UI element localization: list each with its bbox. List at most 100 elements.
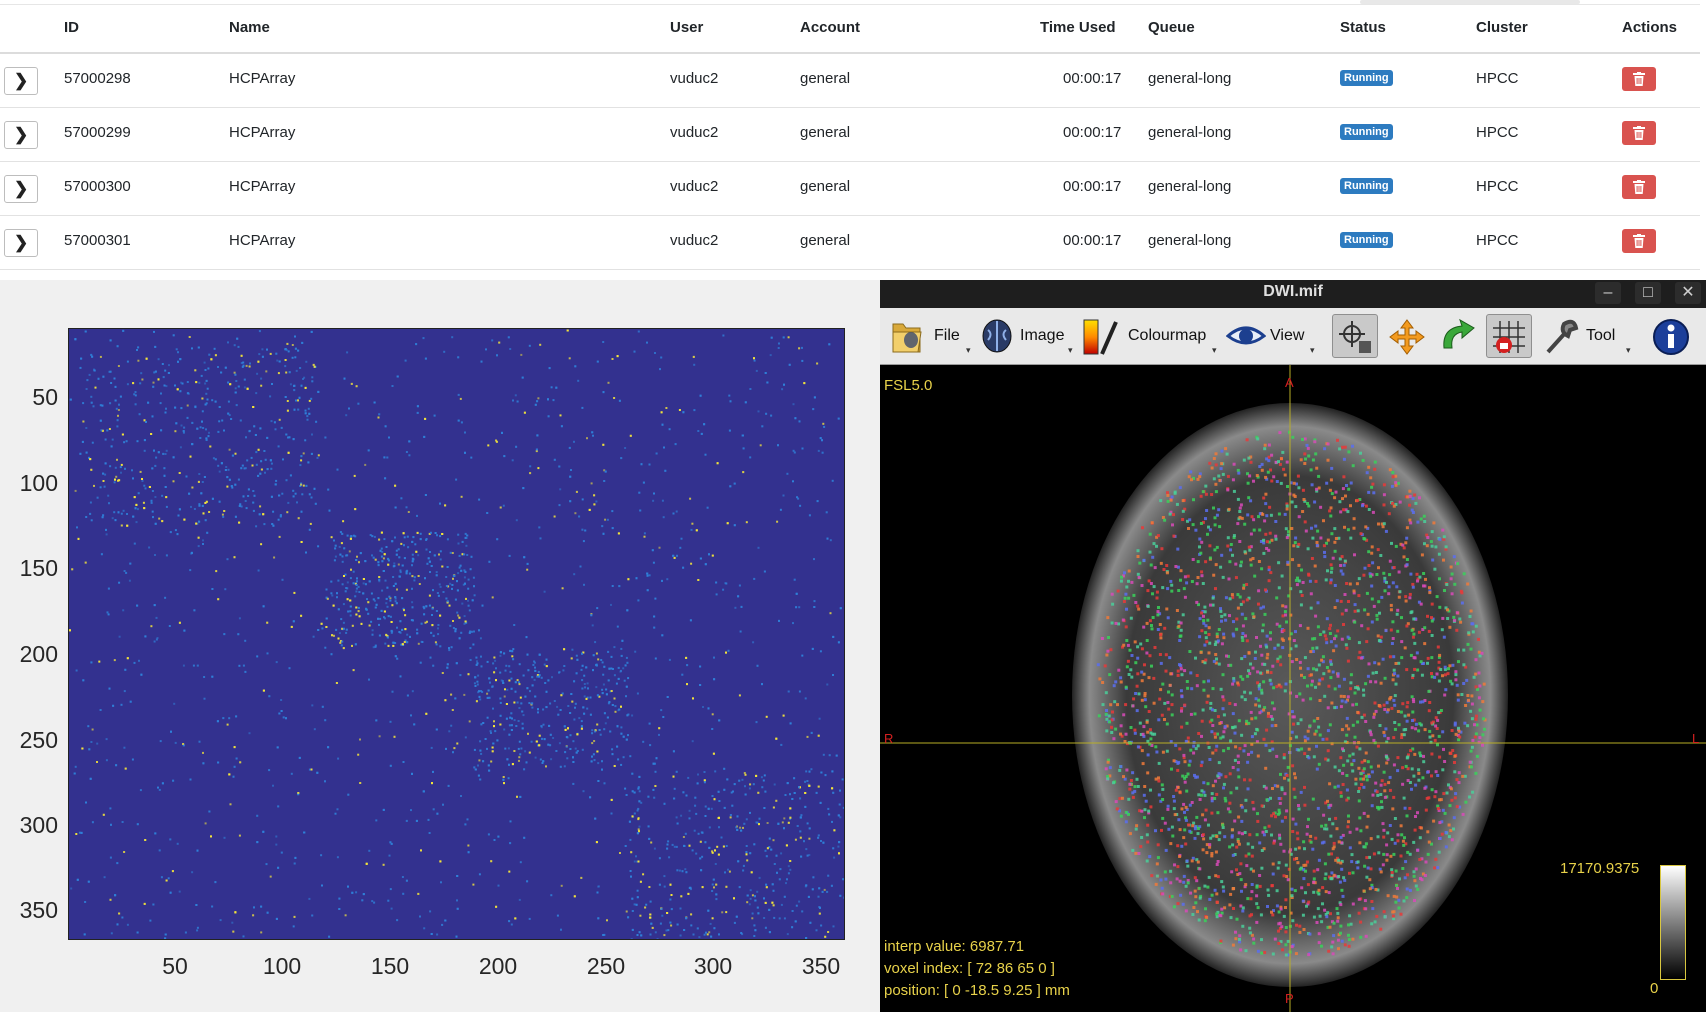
heatmap-cell — [230, 418, 233, 420]
expand-row-button[interactable]: ❯ — [4, 67, 38, 95]
heatmap-cell — [260, 468, 263, 471]
heatmap-cell — [265, 370, 268, 373]
heatmap-cell — [683, 929, 686, 931]
heatmap-cell — [227, 400, 230, 403]
heatmap-cell — [355, 385, 358, 388]
heatmap-cell — [676, 554, 678, 557]
heatmap-cell — [441, 923, 444, 926]
pan-mode-button[interactable] — [1384, 314, 1430, 358]
heatmap-cell — [356, 580, 358, 583]
heatmap-cell — [435, 643, 438, 646]
heatmap-cell — [394, 596, 397, 598]
heatmap-cell — [693, 363, 696, 366]
tool-menu-button[interactable]: Tool ▾ — [1544, 314, 1636, 358]
minimize-button[interactable]: – — [1595, 282, 1621, 304]
heatmap-cell — [528, 344, 531, 347]
heatmap-cell — [543, 590, 546, 593]
chevron-right-icon: ❯ — [14, 233, 29, 252]
heatmap-cell — [444, 919, 447, 922]
column-header-name[interactable]: Name — [229, 19, 270, 36]
heatmap-cell — [433, 554, 436, 557]
crosshair-mode-button[interactable] — [1332, 314, 1378, 358]
heatmap-cell — [126, 923, 129, 926]
tract-voxel — [1370, 620, 1374, 624]
job-id: 57000298 — [64, 70, 131, 87]
column-header-time-used[interactable]: Time Used — [1040, 19, 1116, 36]
heatmap-cell — [291, 356, 294, 359]
heatmap-cell — [191, 486, 194, 489]
column-header-account[interactable]: Account — [800, 19, 860, 36]
heatmap-cell — [638, 931, 641, 934]
heatmap-cell — [556, 914, 559, 917]
rotate-mode-button[interactable] — [1434, 314, 1480, 358]
file-menu-button[interactable]: File ▾ — [890, 314, 976, 358]
colourmap-menu-button[interactable]: Colourmap ▾ — [1082, 314, 1222, 358]
heatmap-cell — [346, 534, 349, 537]
image-menu-button[interactable]: Image ▾ — [980, 314, 1078, 358]
heatmap-cell — [87, 880, 90, 883]
grid-lock-button[interactable] — [1486, 314, 1532, 358]
x-tick-label: 300 — [693, 953, 733, 979]
delete-job-button[interactable] — [1622, 121, 1656, 145]
view-menu-button[interactable]: View ▾ — [1226, 314, 1320, 358]
heatmap-cell — [123, 441, 126, 444]
tract-voxel — [1166, 587, 1170, 591]
heatmap-cell — [580, 668, 583, 671]
tract-voxel — [1260, 462, 1264, 466]
heatmap-cell — [153, 640, 156, 643]
window-titlebar[interactable]: DWI.mif – □ ✕ — [880, 280, 1706, 308]
heatmap-cell — [174, 741, 177, 744]
heatmap-cell — [584, 529, 587, 532]
heatmap-cell — [348, 550, 351, 553]
heatmap-cell — [673, 845, 676, 848]
column-header-id[interactable]: ID — [64, 19, 79, 36]
info-button[interactable] — [1650, 314, 1696, 358]
heatmap-cell — [411, 553, 414, 556]
column-header-queue[interactable]: Queue — [1148, 19, 1195, 36]
heatmap-cell — [150, 501, 153, 504]
heatmap-cell — [201, 397, 204, 400]
heatmap-cell — [334, 812, 337, 815]
heatmap-cell — [610, 690, 613, 692]
delete-job-button[interactable] — [1622, 67, 1656, 91]
expand-row-button[interactable]: ❯ — [4, 175, 38, 203]
heatmap-cell — [753, 357, 755, 360]
heatmap-cell — [189, 778, 192, 781]
heatmap-cell — [525, 761, 528, 764]
heatmap-cell — [658, 883, 661, 886]
tract-voxel — [1179, 893, 1183, 897]
tract-voxel — [1187, 475, 1191, 479]
delete-job-button[interactable] — [1622, 229, 1656, 253]
tract-voxel — [1128, 832, 1132, 836]
heatmap-cell — [144, 839, 147, 841]
column-header-status[interactable]: Status — [1340, 19, 1386, 36]
heatmap-cell — [804, 780, 807, 783]
heatmap-cell — [661, 914, 664, 917]
column-header-user[interactable]: User — [670, 19, 703, 36]
expand-row-button[interactable]: ❯ — [4, 229, 38, 257]
heatmap-cell — [513, 750, 516, 752]
heatmap-cell — [460, 631, 463, 634]
close-button[interactable]: ✕ — [1675, 282, 1701, 304]
heatmap-cell — [90, 519, 93, 522]
maximize-button[interactable]: □ — [1635, 282, 1661, 304]
column-header-cluster[interactable]: Cluster — [1476, 19, 1528, 36]
image-canvas[interactable]: FSL5.0 A P R L interp value: 6987.71 vox… — [880, 365, 1706, 1012]
heatmap-cell — [205, 439, 208, 441]
heatmap-cell — [263, 939, 265, 940]
heatmap-cell — [541, 762, 544, 764]
tract-voxel — [1197, 793, 1201, 797]
heatmap-cell — [789, 868, 792, 871]
heatmap-cell — [653, 615, 656, 618]
heatmap-cell — [164, 486, 167, 488]
heatmap-cell — [121, 821, 124, 823]
heatmap-cell — [653, 492, 655, 495]
heatmap-cell — [216, 720, 219, 723]
delete-job-button[interactable] — [1622, 175, 1656, 199]
expand-row-button[interactable]: ❯ — [4, 121, 38, 149]
heatmap-cell — [205, 392, 208, 395]
heatmap-cell — [668, 658, 671, 661]
heatmap-cell — [80, 831, 83, 834]
heatmap-cell — [598, 885, 600, 888]
heatmap-cell — [284, 365, 287, 368]
